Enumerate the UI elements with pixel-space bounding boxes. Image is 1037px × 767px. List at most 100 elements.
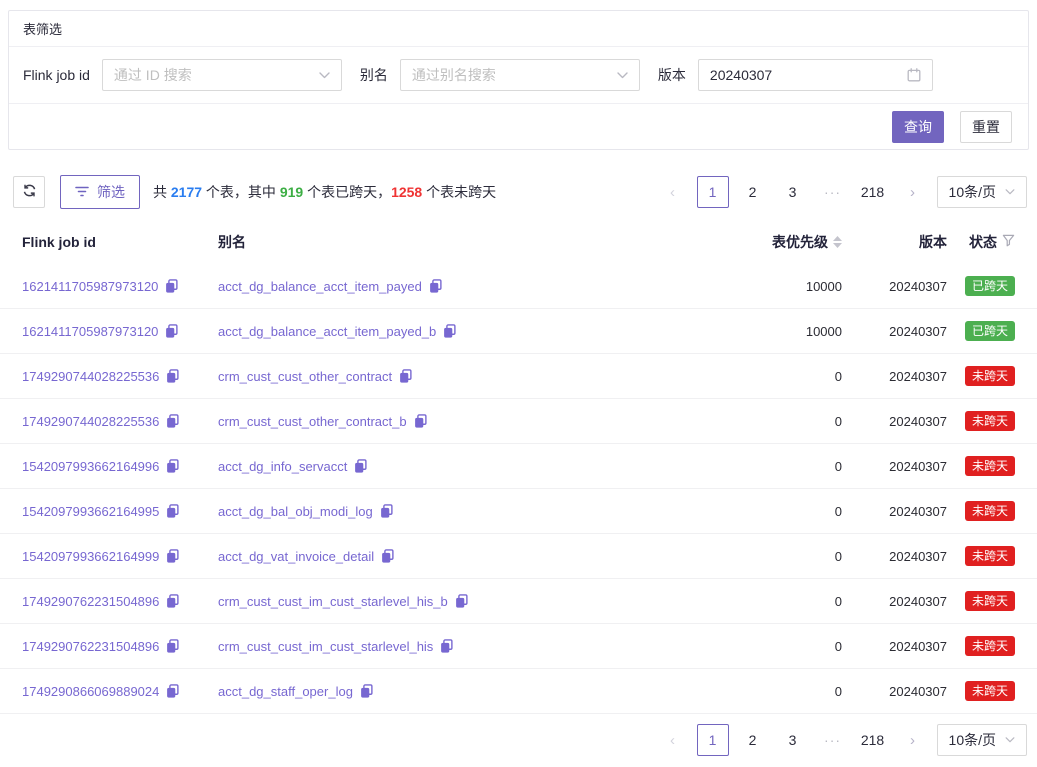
copy-icon[interactable] xyxy=(166,504,179,518)
page-button-1[interactable]: 1 xyxy=(697,176,729,208)
field-alias: 别名 通过别名搜索 xyxy=(360,59,658,91)
copy-icon[interactable] xyxy=(360,684,373,698)
alias-link[interactable]: acct_dg_info_servacct xyxy=(218,459,347,474)
status-badge: 未跨天 xyxy=(965,636,1015,656)
copy-icon[interactable] xyxy=(381,549,394,563)
page-size-value: 10条/页 xyxy=(949,730,996,750)
table-row: 1749290744028225536 crm_cust_cust_other_… xyxy=(0,354,1037,399)
table-row: 1542097993662164995 acct_dg_bal_obj_modi… xyxy=(0,489,1037,534)
filter-funnel-icon[interactable] xyxy=(1002,234,1015,250)
column-header-alias: 别名 xyxy=(218,232,712,252)
flink-job-id-link[interactable]: 1749290762231504896 xyxy=(22,594,159,609)
page-button-2[interactable]: 2 xyxy=(737,724,769,756)
alias-select[interactable]: 通过别名搜索 xyxy=(400,59,640,91)
filter-button[interactable]: 筛选 xyxy=(60,175,140,209)
table-row: 1542097993662164996 acct_dg_info_servacc… xyxy=(0,444,1037,489)
copy-icon[interactable] xyxy=(165,324,178,338)
copy-icon[interactable] xyxy=(166,459,179,473)
priority-value: 0 xyxy=(835,549,842,564)
next-page-button[interactable]: › xyxy=(897,724,929,756)
copy-icon[interactable] xyxy=(165,279,178,293)
copy-icon[interactable] xyxy=(354,459,367,473)
prev-page-button[interactable]: ‹ xyxy=(657,724,689,756)
copy-icon[interactable] xyxy=(166,639,179,653)
version-value: 20240307 xyxy=(889,684,947,699)
copy-icon[interactable] xyxy=(166,549,179,563)
alias-link[interactable]: crm_cust_cust_im_cust_starlevel_his xyxy=(218,639,433,654)
version-label: 版本 xyxy=(658,65,686,85)
page-button-1[interactable]: 1 xyxy=(697,724,729,756)
query-button[interactable]: 查询 xyxy=(892,111,944,143)
table-header: Flink job id 别名 表优先级 版本 状态 xyxy=(0,220,1037,264)
copy-icon[interactable] xyxy=(429,279,442,293)
version-value: 20240307 xyxy=(889,324,947,339)
alias-link[interactable]: acct_dg_bal_obj_modi_log xyxy=(218,504,373,519)
version-value: 20240307 xyxy=(889,369,947,384)
flink-job-id-select[interactable]: 通过 ID 搜索 xyxy=(102,59,342,91)
alias-link[interactable]: acct_dg_balance_acct_item_payed_b xyxy=(218,324,436,339)
page-button-2[interactable]: 2 xyxy=(737,176,769,208)
copy-icon[interactable] xyxy=(166,369,179,383)
alias-link[interactable]: acct_dg_vat_invoice_detail xyxy=(218,549,374,564)
reset-button[interactable]: 重置 xyxy=(960,111,1012,143)
copy-icon[interactable] xyxy=(414,414,427,428)
column-header-priority[interactable]: 表优先级 xyxy=(772,232,842,252)
flink-job-id-link[interactable]: 1749290744028225536 xyxy=(22,369,159,384)
flink-job-id-link[interactable]: 1749290744028225536 xyxy=(22,414,159,429)
status-badge: 已跨天 xyxy=(965,321,1015,341)
page-ellipsis[interactable]: ··· xyxy=(817,724,849,756)
refresh-button[interactable] xyxy=(13,176,45,208)
priority-value: 0 xyxy=(835,639,842,654)
flink-job-id-link[interactable]: 1542097993662164996 xyxy=(22,459,159,474)
flink-job-id-link[interactable]: 1621411705987973120 xyxy=(22,279,158,294)
table-row: 1749290866069889024 acct_dg_staff_oper_l… xyxy=(0,669,1037,714)
copy-icon[interactable] xyxy=(166,684,179,698)
summary-text: 共 xyxy=(153,184,171,200)
page-button-3[interactable]: 3 xyxy=(777,724,809,756)
priority-value: 0 xyxy=(835,594,842,609)
alias-label: 别名 xyxy=(360,65,388,85)
copy-icon[interactable] xyxy=(455,594,468,608)
page-size-select[interactable]: 10条/页 xyxy=(937,724,1027,756)
copy-icon[interactable] xyxy=(380,504,393,518)
alias-link[interactable]: acct_dg_staff_oper_log xyxy=(218,684,353,699)
alias-link[interactable]: crm_cust_cust_other_contract_b xyxy=(218,414,407,429)
version-value: 20240307 xyxy=(889,459,947,474)
status-badge: 已跨天 xyxy=(965,276,1015,296)
copy-icon[interactable] xyxy=(443,324,456,338)
filter-card: 表筛选 Flink job id 通过 ID 搜索 别名 通过别名搜索 版本 xyxy=(8,10,1029,150)
sort-icon[interactable] xyxy=(833,236,842,248)
flink-job-id-link[interactable]: 1542097993662164999 xyxy=(22,549,159,564)
flink-job-id-link[interactable]: 1749290762231504896 xyxy=(22,639,159,654)
summary-total-count: 2177 xyxy=(171,184,202,200)
alias-placeholder: 通过别名搜索 xyxy=(412,65,617,85)
page-button-3[interactable]: 3 xyxy=(777,176,809,208)
alias-link[interactable]: acct_dg_balance_acct_item_payed xyxy=(218,279,422,294)
page-size-select[interactable]: 10条/页 xyxy=(937,176,1027,208)
next-page-button[interactable]: › xyxy=(897,176,929,208)
version-date-input[interactable]: 20240307 xyxy=(698,59,933,91)
copy-icon[interactable] xyxy=(166,594,179,608)
copy-icon[interactable] xyxy=(166,414,179,428)
summary-crossed-count: 919 xyxy=(280,184,303,200)
refresh-icon xyxy=(22,183,37,201)
priority-value: 0 xyxy=(835,369,842,384)
version-value: 20240307 xyxy=(889,414,947,429)
alias-link[interactable]: crm_cust_cust_im_cust_starlevel_his_b xyxy=(218,594,448,609)
prev-page-button[interactable]: ‹ xyxy=(657,176,689,208)
version-value: 20240307 xyxy=(889,279,947,294)
column-header-status[interactable]: 状态 xyxy=(969,232,1015,252)
chevron-down-icon xyxy=(1005,189,1015,195)
copy-icon[interactable] xyxy=(440,639,453,653)
status-badge: 未跨天 xyxy=(965,546,1015,566)
flink-job-id-link[interactable]: 1542097993662164995 xyxy=(22,504,159,519)
flink-job-id-link[interactable]: 1621411705987973120 xyxy=(22,324,158,339)
page-button-last[interactable]: 218 xyxy=(857,724,889,756)
summary-text: 个表，其中 xyxy=(202,184,280,200)
page-button-last[interactable]: 218 xyxy=(857,176,889,208)
flink-job-id-link[interactable]: 1749290866069889024 xyxy=(22,684,159,699)
table-row: 1621411705987973120 acct_dg_balance_acct… xyxy=(0,309,1037,354)
copy-icon[interactable] xyxy=(399,369,412,383)
alias-link[interactable]: crm_cust_cust_other_contract xyxy=(218,369,392,384)
page-ellipsis[interactable]: ··· xyxy=(817,176,849,208)
